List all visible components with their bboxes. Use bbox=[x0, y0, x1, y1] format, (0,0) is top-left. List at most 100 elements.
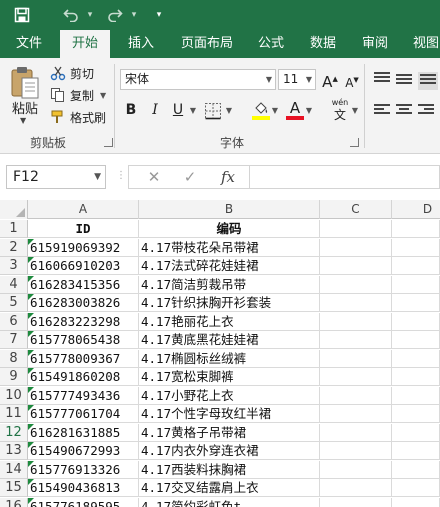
tab-page-layout[interactable]: 页面布局 bbox=[172, 30, 242, 58]
row-header[interactable]: 15 bbox=[0, 479, 28, 497]
cell-code[interactable]: 4.17针织抹胸开衫套装 bbox=[139, 294, 320, 312]
column-header-a[interactable]: A bbox=[28, 200, 139, 219]
cell-empty[interactable] bbox=[392, 461, 440, 479]
cell-code[interactable]: 4.17椭圆标丝绒裤 bbox=[139, 350, 320, 368]
cell-id[interactable]: 615778009367 bbox=[28, 350, 139, 368]
customize-toolbar-icon[interactable]: ▾ bbox=[152, 0, 166, 30]
cell-code[interactable]: 4.17宽松束脚裤 bbox=[139, 368, 320, 386]
fill-color-dropdown-icon[interactable]: ▼ bbox=[270, 101, 280, 121]
font-size-combo[interactable]: 11 ▼ bbox=[278, 69, 316, 90]
formula-input[interactable] bbox=[250, 165, 440, 189]
cell-empty[interactable] bbox=[392, 313, 440, 331]
cell-id[interactable]: 615777493436 bbox=[28, 387, 139, 405]
clipboard-launcher-icon[interactable] bbox=[104, 138, 113, 147]
cell-empty[interactable] bbox=[320, 294, 392, 312]
cell-empty[interactable] bbox=[320, 479, 392, 497]
align-middle-icon[interactable] bbox=[396, 74, 412, 88]
cancel-icon[interactable]: ✕ bbox=[141, 166, 167, 188]
cell-empty[interactable] bbox=[320, 313, 392, 331]
tab-review[interactable]: 审阅 bbox=[354, 30, 396, 58]
cell-id[interactable]: 615776189595 bbox=[28, 498, 139, 507]
align-bottom-icon[interactable] bbox=[418, 72, 438, 90]
cell-id[interactable]: 616283415356 bbox=[28, 276, 139, 294]
undo-icon[interactable] bbox=[60, 0, 82, 30]
select-all-button[interactable] bbox=[0, 200, 28, 219]
cell-empty[interactable] bbox=[392, 331, 440, 349]
align-left-icon[interactable] bbox=[374, 104, 390, 118]
row-header[interactable]: 4 bbox=[0, 276, 28, 294]
cell-empty[interactable] bbox=[392, 239, 440, 257]
font-color-button[interactable]: A bbox=[286, 100, 304, 122]
cell-code[interactable]: 4.17简约彩虹色t bbox=[139, 498, 320, 507]
tab-home[interactable]: 开始 bbox=[60, 30, 110, 58]
name-box[interactable]: F12 ▼ bbox=[6, 165, 106, 189]
borders-icon[interactable] bbox=[204, 102, 222, 123]
worksheet-grid[interactable]: A B C D 1 ID 编码 2 615919069392 4.17带枝花朵吊带裙 3 61… bbox=[0, 200, 440, 507]
row-header[interactable]: 14 bbox=[0, 461, 28, 479]
tab-file[interactable]: 文件 bbox=[6, 30, 52, 58]
cell-empty[interactable] bbox=[320, 442, 392, 460]
save-icon[interactable] bbox=[10, 0, 34, 30]
paste-dropdown-icon[interactable]: ▼ bbox=[20, 116, 26, 125]
cell-empty[interactable] bbox=[392, 442, 440, 460]
cell-empty[interactable] bbox=[392, 424, 440, 442]
redo-dropdown-icon[interactable]: ▾ bbox=[128, 0, 140, 30]
cell-code[interactable]: 4.17法式碎花娃娃裙 bbox=[139, 257, 320, 275]
cell-id[interactable]: 616283223298 bbox=[28, 313, 139, 331]
cell-code[interactable]: 4.17艳丽花上衣 bbox=[139, 313, 320, 331]
underline-button[interactable]: U bbox=[168, 100, 188, 120]
fill-color-button[interactable] bbox=[252, 100, 270, 122]
cell-empty[interactable] bbox=[392, 294, 440, 312]
cut-button[interactable]: 剪切 bbox=[50, 64, 94, 82]
row-header[interactable]: 10 bbox=[0, 387, 28, 405]
bold-button[interactable]: B bbox=[121, 100, 141, 120]
copy-dropdown-icon[interactable]: ▼ bbox=[100, 91, 106, 100]
format-painter-button[interactable]: 格式刷 bbox=[50, 108, 106, 126]
cell-empty[interactable] bbox=[320, 368, 392, 386]
row-header[interactable]: 6 bbox=[0, 313, 28, 331]
copy-button[interactable]: 复制 ▼ bbox=[50, 86, 106, 104]
cell-code[interactable]: 4.17黄底黑花娃娃裙 bbox=[139, 331, 320, 349]
tab-formulas[interactable]: 公式 bbox=[250, 30, 292, 58]
font-size-dropdown-icon[interactable]: ▼ bbox=[306, 70, 312, 89]
cell-code[interactable]: 4.17交叉结露肩上衣 bbox=[139, 479, 320, 497]
cell-id[interactable]: 615776913326 bbox=[28, 461, 139, 479]
enter-icon[interactable]: ✓ bbox=[177, 166, 203, 188]
tab-insert[interactable]: 插入 bbox=[118, 30, 164, 58]
paste-icon[interactable] bbox=[8, 64, 42, 100]
cell-id[interactable]: 615778065438 bbox=[28, 331, 139, 349]
tab-view[interactable]: 视图 bbox=[406, 30, 440, 58]
align-top-icon[interactable] bbox=[374, 72, 390, 86]
header-cell-code[interactable]: 编码 bbox=[139, 220, 320, 238]
row-header[interactable]: 8 bbox=[0, 350, 28, 368]
shrink-font-button[interactable]: A▼ bbox=[342, 70, 362, 90]
cell-empty[interactable] bbox=[392, 498, 440, 507]
cell-code[interactable]: 4.17带枝花朵吊带裙 bbox=[139, 239, 320, 257]
cell-code[interactable]: 4.17西装料抹胸裙 bbox=[139, 461, 320, 479]
undo-dropdown-icon[interactable]: ▾ bbox=[84, 0, 96, 30]
font-launcher-icon[interactable] bbox=[350, 138, 359, 147]
formula-bar-grip-icon[interactable]: ⋮ bbox=[116, 170, 126, 181]
tab-data[interactable]: 数据 bbox=[302, 30, 344, 58]
paste-button[interactable]: 粘贴 bbox=[12, 98, 38, 117]
cell-empty[interactable] bbox=[320, 276, 392, 294]
font-name-combo[interactable]: 宋体 ▼ bbox=[120, 69, 276, 90]
underline-dropdown-icon[interactable]: ▼ bbox=[188, 101, 198, 121]
font-color-dropdown-icon[interactable]: ▼ bbox=[304, 101, 314, 121]
cell-empty[interactable] bbox=[320, 257, 392, 275]
cell-empty[interactable] bbox=[392, 257, 440, 275]
cell-code[interactable]: 4.17黄格子吊带裙 bbox=[139, 424, 320, 442]
cell-empty[interactable] bbox=[320, 350, 392, 368]
cell-id[interactable]: 615490672993 bbox=[28, 442, 139, 460]
redo-icon[interactable] bbox=[104, 0, 126, 30]
cell-empty[interactable] bbox=[320, 498, 392, 507]
cell-empty[interactable] bbox=[320, 461, 392, 479]
row-header[interactable]: 5 bbox=[0, 294, 28, 312]
cell-empty[interactable] bbox=[320, 405, 392, 423]
row-header[interactable]: 7 bbox=[0, 331, 28, 349]
cell-id[interactable]: 615777061704 bbox=[28, 405, 139, 423]
cell-code[interactable]: 4.17小野花上衣 bbox=[139, 387, 320, 405]
italic-button[interactable]: I bbox=[145, 100, 165, 120]
cell-id[interactable]: 615919069392 bbox=[28, 239, 139, 257]
column-header-b[interactable]: B bbox=[139, 200, 320, 219]
